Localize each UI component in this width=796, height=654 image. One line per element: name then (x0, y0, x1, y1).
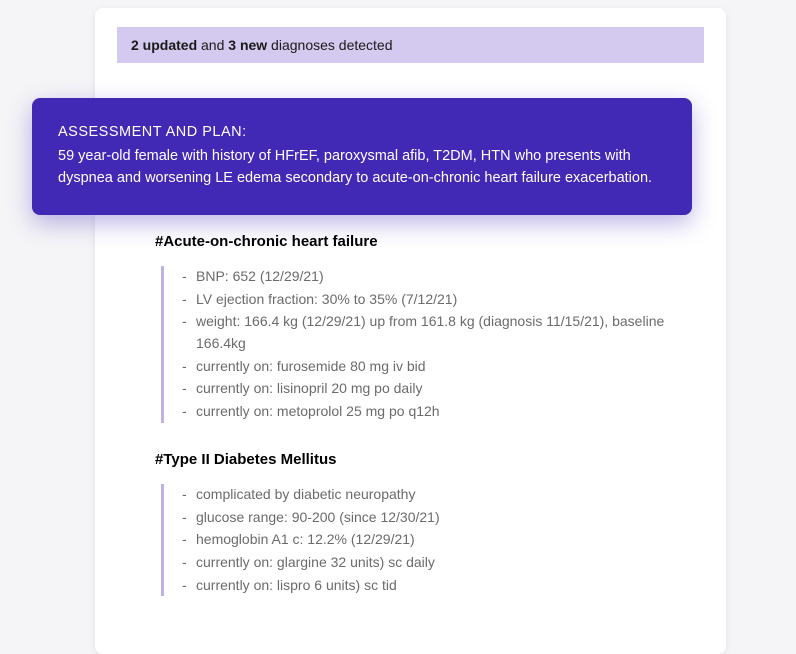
diagnosis-item: currently on: metoprolol 25 mg po q12h (182, 401, 696, 423)
diagnosis-item: complicated by diabetic neuropathy (182, 484, 696, 506)
assessment-panel: ASSESSMENT AND PLAN: 59 year-old female … (32, 98, 692, 215)
diagnosis-details: BNP: 652 (12/29/21) LV ejection fraction… (161, 266, 696, 423)
assessment-title: ASSESSMENT AND PLAN: (58, 122, 666, 144)
diagnosis-item: glucose range: 90-200 (since 12/30/21) (182, 507, 696, 529)
diagnosis-title: #Type II Diabetes Mellitus (155, 451, 696, 468)
diagnosis-details: complicated by diabetic neuropathy gluco… (161, 484, 696, 596)
diagnosis-item: weight: 166.4 kg (12/29/21) up from 161.… (182, 311, 696, 354)
diagnosis-item: BNP: 652 (12/29/21) (182, 266, 696, 288)
notice-conjunction: and (197, 37, 228, 53)
diagnosis-block: #Acute-on-chronic heart failure BNP: 652… (155, 233, 696, 423)
diagnosis-item: currently on: glargine 32 units) sc dail… (182, 552, 696, 574)
new-count: 3 new (228, 37, 267, 53)
notice-suffix: diagnoses detected (267, 37, 392, 53)
diagnosis-item: currently on: lispro 6 units) sc tid (182, 575, 696, 597)
diagnosis-title: #Acute-on-chronic heart failure (155, 233, 696, 250)
diagnosis-item: LV ejection fraction: 30% to 35% (7/12/2… (182, 289, 696, 311)
diagnosis-block: #Type II Diabetes Mellitus complicated b… (155, 451, 696, 596)
assessment-body: 59 year-old female with history of HFrEF… (58, 146, 666, 190)
diagnosis-item: hemoglobin A1 c: 12.2% (12/29/21) (182, 529, 696, 551)
diagnosis-item: currently on: lisinopril 20 mg po daily (182, 378, 696, 400)
diagnoses-notice-bar: 2 updated and 3 new diagnoses detected (117, 27, 704, 63)
diagnosis-item: currently on: furosemide 80 mg iv bid (182, 356, 696, 378)
updated-count: 2 updated (131, 37, 197, 53)
